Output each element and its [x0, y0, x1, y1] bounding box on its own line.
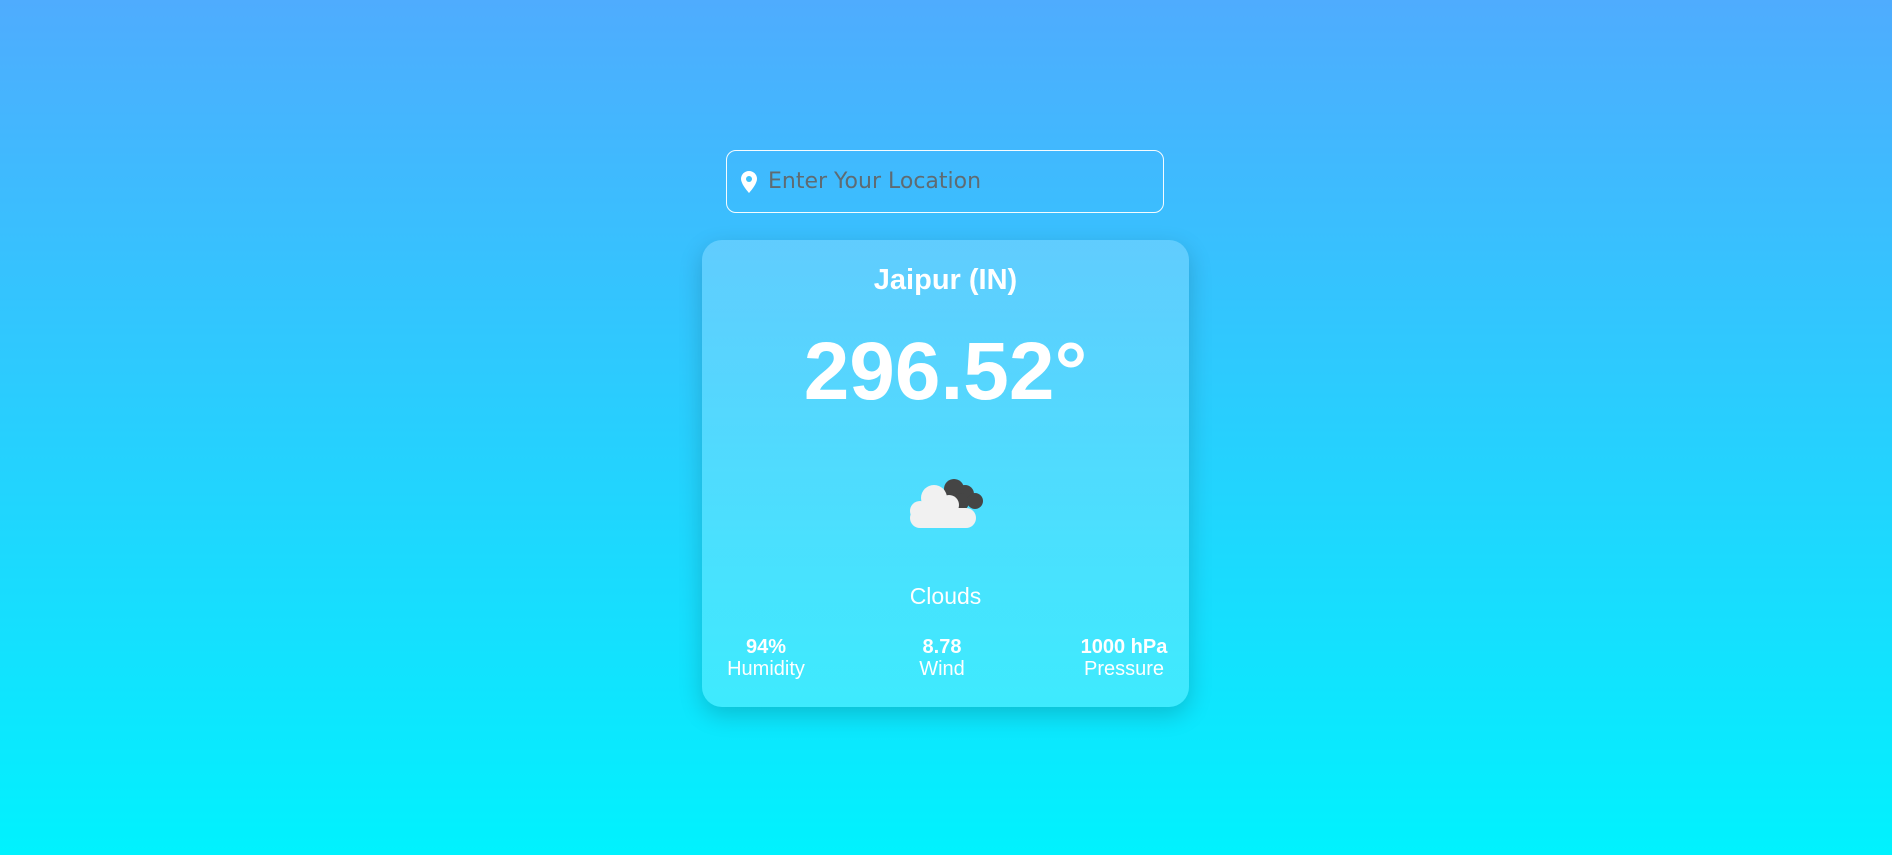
- pressure-stat: 1000 hPa Pressure: [1072, 636, 1176, 680]
- weather-card: Jaipur (IN) 296.52° Clouds 94% Humidity …: [702, 240, 1189, 707]
- humidity-value: 94%: [745, 636, 787, 658]
- pressure-label: Pressure: [1083, 658, 1165, 680]
- wind-label: Wind: [919, 658, 965, 680]
- temperature: 296.52°: [803, 326, 1088, 417]
- humidity-label: Humidity: [727, 658, 805, 680]
- weather-condition: Clouds: [909, 583, 982, 609]
- clouds-icon: [902, 472, 992, 532]
- location-search-input[interactable]: [768, 151, 1163, 212]
- wind-stat: 8.78 Wind: [900, 636, 984, 680]
- humidity-stat: 94% Humidity: [722, 636, 810, 680]
- pressure-value: 1000 hPa: [1080, 636, 1168, 658]
- wind-value: 8.78: [922, 636, 962, 658]
- location-pin-icon: [740, 170, 758, 194]
- search-box[interactable]: [726, 150, 1164, 213]
- city-name: Jaipur (IN): [873, 264, 1018, 296]
